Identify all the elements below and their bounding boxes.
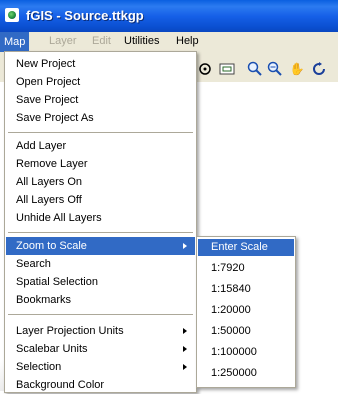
zoom-out-icon[interactable] <box>266 60 284 78</box>
menu-item-label: Layer Projection Units <box>16 325 124 337</box>
refresh-icon[interactable] <box>310 60 328 78</box>
menu-item-unhide-all-layers[interactable]: Unhide All Layers <box>6 209 195 227</box>
menu-item-selection[interactable]: Selection <box>6 358 195 376</box>
menu-item-label: Bookmarks <box>16 294 72 306</box>
menu-utilities[interactable]: Utilities <box>124 35 159 47</box>
submenu-item-scale[interactable]: 1:7920 <box>198 260 294 277</box>
menu-separator <box>8 314 193 315</box>
zoom-extent-icon[interactable] <box>218 60 236 78</box>
menu-item-label: Scalebar Units <box>16 343 88 355</box>
submenu-item-scale[interactable]: 1:15840 <box>198 281 294 298</box>
submenu-item-scale[interactable]: 1:250000 <box>198 365 294 382</box>
menu-item-search[interactable]: Search <box>6 255 195 273</box>
menu-item-label: Selection <box>16 361 62 373</box>
menu-item-remove-layer[interactable]: Remove Layer <box>6 155 195 173</box>
app-globe-icon <box>5 8 19 22</box>
menu-item-label: All Layers On <box>16 176 83 188</box>
pan-hand-icon[interactable]: ✋ <box>288 60 306 78</box>
zoom-scale-submenu: Enter Scale 1:7920 1:15840 1:20000 1:500… <box>196 236 296 388</box>
submenu-item-label: 1:20000 <box>211 304 251 316</box>
title-bar: fGIS - Source.ttkgp <box>0 0 338 32</box>
identify-icon[interactable] <box>196 60 214 78</box>
menu-separator <box>8 232 193 233</box>
menu-item-save-project[interactable]: Save Project <box>6 91 195 109</box>
menu-item-background-color[interactable]: Background Color <box>6 376 195 394</box>
menu-item-layer-projection-units[interactable]: Layer Projection Units <box>6 322 195 340</box>
submenu-item-scale[interactable]: 1:100000 <box>198 344 294 361</box>
menu-item-all-layers-on[interactable]: All Layers On <box>6 173 195 191</box>
menu-item-add-layer[interactable]: Add Layer <box>6 137 195 155</box>
submenu-item-label: Enter Scale <box>211 241 268 253</box>
submenu-item-label: 1:7920 <box>211 262 245 274</box>
submenu-arrow-icon <box>183 346 187 352</box>
submenu-item-enter-scale[interactable]: Enter Scale <box>198 239 294 256</box>
submenu-arrow-icon <box>183 243 187 249</box>
menu-item-label: Zoom to Scale <box>16 240 87 252</box>
zoom-in-icon[interactable] <box>246 60 264 78</box>
menu-item-label: Remove Layer <box>16 158 88 170</box>
submenu-item-label: 1:15840 <box>211 283 251 295</box>
menu-edit[interactable]: Edit <box>92 35 111 47</box>
menu-item-scalebar-units[interactable]: Scalebar Units <box>6 340 195 358</box>
menu-item-label: Unhide All Layers <box>16 212 102 224</box>
menu-separator <box>8 132 193 133</box>
window-title: fGIS - Source.ttkgp <box>26 8 144 23</box>
menu-item-label: Add Layer <box>16 140 67 152</box>
menu-item-label: Spatial Selection <box>16 276 98 288</box>
map-dropdown-menu: New Project Open Project Save Project Sa… <box>4 51 197 393</box>
menu-item-new-project[interactable]: New Project <box>6 55 195 73</box>
submenu-arrow-icon <box>183 364 187 370</box>
submenu-item-scale[interactable]: 1:20000 <box>198 302 294 319</box>
submenu-item-label: 1:50000 <box>211 325 251 337</box>
menu-item-label: Open Project <box>16 76 81 88</box>
menu-layer[interactable]: Layer <box>49 35 77 47</box>
menu-item-label: Background Color <box>16 379 105 391</box>
menu-help[interactable]: Help <box>176 35 199 47</box>
submenu-item-label: 1:100000 <box>211 346 257 358</box>
submenu-item-scale[interactable]: 1:50000 <box>198 323 294 340</box>
submenu-item-label: 1:250000 <box>211 367 257 379</box>
menu-item-label: Save Project <box>16 94 79 106</box>
menu-item-label: New Project <box>16 58 76 70</box>
menu-bar: Map Layer Edit Utilities Help <box>0 32 338 52</box>
menu-item-open-project[interactable]: Open Project <box>6 73 195 91</box>
menu-item-bookmarks[interactable]: Bookmarks <box>6 291 195 309</box>
menu-item-label: Search <box>16 258 51 270</box>
menu-item-spatial-selection[interactable]: Spatial Selection <box>6 273 195 291</box>
menu-map[interactable]: Map <box>0 32 30 52</box>
submenu-arrow-icon <box>183 328 187 334</box>
menu-item-zoom-to-scale[interactable]: Zoom to Scale <box>6 237 195 255</box>
menu-item-all-layers-off[interactable]: All Layers Off <box>6 191 195 209</box>
menu-item-label: All Layers Off <box>16 194 82 206</box>
menu-item-save-project-as[interactable]: Save Project As <box>6 109 195 127</box>
menu-item-label: Save Project As <box>16 112 94 124</box>
